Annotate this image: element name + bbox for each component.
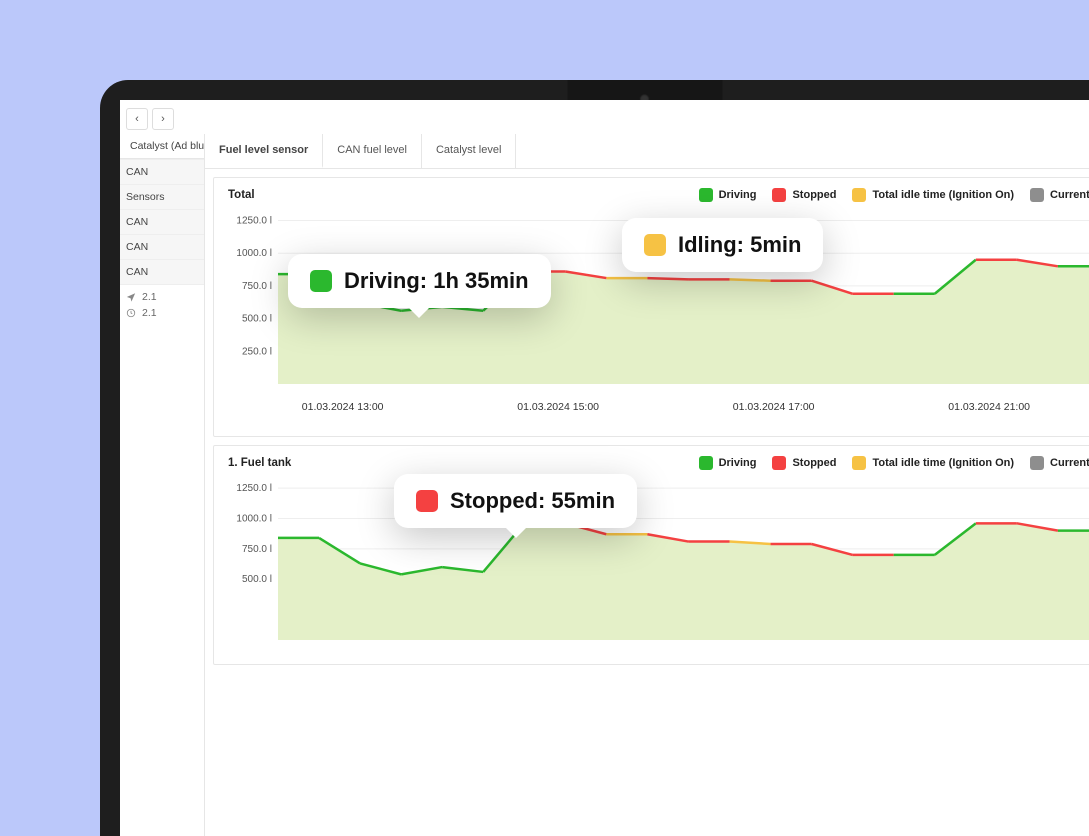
sidebar-rows: CANSensorsCANCANCAN [120,159,204,284]
svg-text:1250.0 l: 1250.0 l [236,483,272,494]
sidebar-header-label: Catalyst (Ad blue) [130,140,205,152]
sidebar-footer-val-1: 2.1 [142,291,157,303]
svg-text:1000.0 l: 1000.0 l [236,513,272,524]
svg-text:1000.0 l: 1000.0 l [236,248,272,259]
sidebar-footer-row: 2.1 [126,307,198,319]
svg-text:750.0 l: 750.0 l [242,281,272,292]
swatch-gray [1030,188,1044,202]
sidebar-cell[interactable]: CAN [120,259,204,284]
legend-driving: Driving [699,456,757,470]
swatch-green [699,456,713,470]
nav-prev-button[interactable]: ‹ [126,108,148,130]
chart-header: Total Driving Stopped Total idle time (I… [228,188,1089,208]
charts-scroll[interactable]: Total Driving Stopped Total idle time (I… [205,169,1089,836]
sidebar-cell[interactable]: Sensors [120,184,204,209]
swatch-gray [1030,456,1044,470]
sidebar-footer: 2.1 2.1 [120,284,204,325]
tab-fuel-level-sensor[interactable]: Fuel level sensor [205,134,323,168]
legend-idle: Total idle time (Ignition On) [852,188,1014,202]
svg-text:250.0 l: 250.0 l [242,346,272,357]
legend-route: Current route data [1030,188,1089,202]
chart-legend: Driving Stopped Total idle time (Ignitio… [699,456,1089,470]
swatch-amber [852,188,866,202]
app-screen: ‹ › Catalyst (Ad blue) CANSensorsCANCANC… [120,100,1089,836]
chart-header: 1. Fuel tank Driving Stopped Total idle … [228,456,1089,476]
main-area: Catalyst (Ad blue) CANSensorsCANCANCAN 2… [120,134,1089,836]
swatch-red [772,188,786,202]
tab-can-fuel-level[interactable]: CAN fuel level [323,134,422,168]
tabs: Fuel level sensorCAN fuel levelCatalyst … [205,134,1089,169]
svg-text:01.03.2024 17:00: 01.03.2024 17:00 [733,401,815,413]
location-arrow-icon [126,292,136,302]
sidebar-cell[interactable]: CAN [120,234,204,259]
legend-stopped: Stopped [772,188,836,202]
svg-text:1250.0 l: 1250.0 l [236,216,272,227]
svg-text:01.03.2024 13:00: 01.03.2024 13:00 [302,401,384,413]
sidebar: Catalyst (Ad blue) CANSensorsCANCANCAN 2… [120,134,205,836]
top-toolbar: ‹ › [120,100,1089,134]
page-corner [0,728,28,756]
content: Fuel level sensorCAN fuel levelCatalyst … [205,134,1089,836]
chart-card-total: Total Driving Stopped Total idle time (I… [213,177,1089,437]
chart-plot[interactable]: 500.0 l 750.0 l 1000.0 l 1250.0 l [228,476,1089,646]
swatch-amber [852,456,866,470]
chart-title: 1. Fuel tank [228,457,291,469]
swatch-green [699,188,713,202]
legend-idle: Total idle time (Ignition On) [852,456,1014,470]
chart-plot[interactable]: 250.0 l 500.0 l 750.0 l 1000.0 l 1250.0 l 01.… [228,208,1089,418]
chart-title: Total [228,189,255,201]
legend-stopped: Stopped [772,456,836,470]
svg-text:500.0 l: 500.0 l [242,314,272,325]
nav-next-button[interactable]: › [152,108,174,130]
chart-card-fuel-tank: 1. Fuel tank Driving Stopped Total idle … [213,445,1089,665]
sidebar-footer-row: 2.1 [126,291,198,303]
nav-arrows: ‹ › [126,108,174,130]
clock-icon [126,308,136,318]
sidebar-cell[interactable]: CAN [120,209,204,234]
swatch-red [772,456,786,470]
tab-catalyst-level[interactable]: Catalyst level [422,134,516,168]
legend-driving: Driving [699,188,757,202]
svg-text:01.03.2024 21:00: 01.03.2024 21:00 [948,401,1030,413]
legend-route: Current route data [1030,456,1089,470]
svg-text:750.0 l: 750.0 l [242,544,272,555]
chart-legend: Driving Stopped Total idle time (Ignitio… [699,188,1089,202]
sidebar-cell[interactable]: CAN [120,159,204,184]
sidebar-footer-val-2: 2.1 [142,307,157,319]
svg-text:500.0 l: 500.0 l [242,574,272,585]
svg-text:01.03.2024 15:00: 01.03.2024 15:00 [517,401,599,413]
sidebar-header: Catalyst (Ad blue) [120,134,204,159]
device-frame: ‹ › Catalyst (Ad blue) CANSensorsCANCANC… [100,80,1089,836]
